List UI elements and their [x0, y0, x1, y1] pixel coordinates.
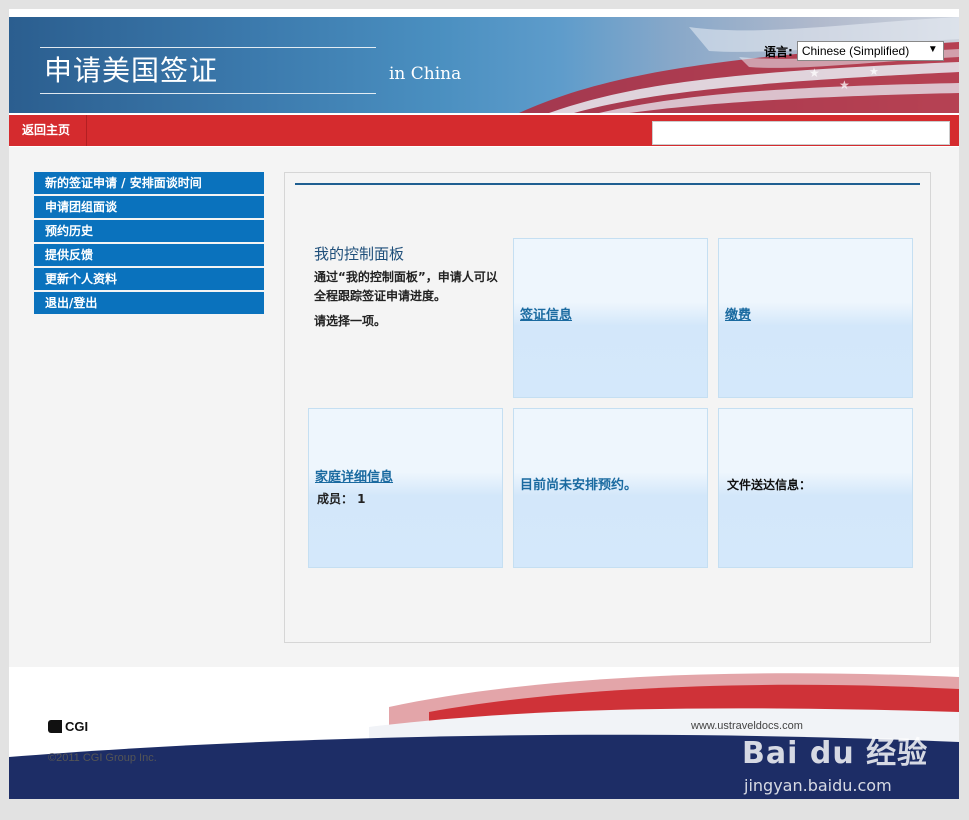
sidebar-item-group-interview[interactable]: 申请团组面谈	[34, 196, 264, 218]
tile-payment[interactable]: 缴费	[718, 238, 913, 398]
baidu-watermark: Bai du 经验 jingyan.baidu.com	[742, 728, 952, 798]
page-frame: ★ ★ ★ 申请美国签证 in China 语言: Chinese (Simpl…	[9, 9, 959, 799]
tile-visa-info[interactable]: 签证信息	[513, 238, 708, 398]
dashboard-description: 通过“我的控制面板”，申请人可以全程跟踪签证申请进度。	[314, 270, 498, 303]
language-value: Chinese (Simplified)	[801, 44, 910, 58]
dashboard-prompt: 请选择一项。	[314, 314, 387, 328]
search-input[interactable]	[652, 121, 950, 145]
tile-family-details[interactable]: 家庭详细信息 成员： 1	[308, 408, 503, 568]
sidebar-item-update-profile[interactable]: 更新个人资料	[34, 268, 264, 290]
cgi-logo: CGI	[48, 719, 88, 734]
document-delivery-info: 文件送达信息：	[727, 478, 812, 492]
top-nav-bar: 返回主页	[9, 115, 959, 146]
cgi-brand: CGI	[65, 719, 89, 734]
sidebar-menu: 新的签证申请 / 安排面谈时间 申请团组面谈 预约历史 提供反馈 更新个人资料 …	[34, 172, 264, 316]
us-flag-graphic: ★ ★ ★	[519, 17, 959, 113]
appointment-status: 目前尚未安排预约。	[520, 478, 638, 493]
svg-text:★: ★	[869, 65, 879, 78]
baidu-watermark-url: jingyan.baidu.com	[744, 776, 892, 795]
title-rule-top	[40, 47, 376, 48]
page-title: 申请美国签证	[44, 54, 219, 87]
svg-text:★: ★	[809, 66, 820, 80]
visa-info-link[interactable]: 签证信息	[520, 304, 572, 323]
tile-document-delivery: 文件送达信息：	[718, 408, 913, 568]
language-selector: 语言: Chinese (Simplified) ▼	[764, 41, 944, 61]
svg-text:★: ★	[839, 78, 850, 92]
dashboard-heading: 我的控制面板	[314, 245, 405, 263]
language-select[interactable]: Chinese (Simplified) ▼	[796, 41, 944, 61]
sidebar-item-logout[interactable]: 退出/登出	[34, 292, 264, 314]
sidebar-item-appointment-history[interactable]: 预约历史	[34, 220, 264, 242]
header-banner: ★ ★ ★ 申请美国签证 in China 语言: Chinese (Simpl…	[9, 17, 959, 113]
family-details-link[interactable]: 家庭详细信息	[315, 466, 393, 485]
panel-divider	[295, 183, 920, 185]
title-rule-bottom	[40, 93, 376, 94]
dashboard-panel: 我的控制面板 通过“我的控制面板”，申请人可以全程跟踪签证申请进度。 请选择一项…	[284, 172, 931, 643]
dropdown-arrow-icon: ▼	[927, 44, 938, 55]
page-subtitle: in China	[389, 64, 462, 84]
main-content: 新的签证申请 / 安排面谈时间 申请团组面谈 预约历史 提供反馈 更新个人资料 …	[9, 147, 959, 667]
home-link[interactable]: 返回主页	[9, 115, 87, 146]
sidebar-item-new-application[interactable]: 新的签证申请 / 安排面谈时间	[34, 172, 264, 194]
copyright: ©2011 CGI Group Inc.	[48, 752, 157, 764]
payment-link[interactable]: 缴费	[725, 304, 751, 323]
cgi-mark-icon	[48, 720, 62, 733]
language-label: 语言:	[764, 44, 793, 59]
tile-appointment: 目前尚未安排预约。	[513, 408, 708, 568]
dashboard-intro: 我的控制面板 通过“我的控制面板”，申请人可以全程跟踪签证申请进度。 请选择一项…	[314, 243, 499, 329]
family-members-count: 成员： 1	[317, 492, 366, 506]
sidebar-item-feedback[interactable]: 提供反馈	[34, 244, 264, 266]
baidu-logo-text: Bai du 经验	[742, 736, 929, 771]
